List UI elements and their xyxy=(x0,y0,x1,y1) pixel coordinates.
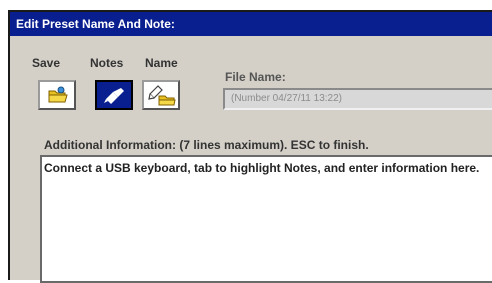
save-label: Save xyxy=(32,56,61,70)
pencil-folder-icon xyxy=(148,85,176,106)
note-pen-icon xyxy=(104,88,124,104)
name-label: Name xyxy=(145,56,178,70)
dialog-title: Edit Preset Name And Note: xyxy=(10,12,492,36)
folder-icon xyxy=(48,86,68,103)
notes-label: Notes xyxy=(90,56,124,70)
save-button[interactable] xyxy=(38,80,76,110)
edit-preset-dialog: Edit Preset Name And Note: Save Notes Na… xyxy=(8,10,492,283)
additional-info-label: Additional Information: (7 lines maximum… xyxy=(44,138,369,152)
file-name-label: File Name: xyxy=(225,70,286,84)
file-name-field[interactable]: (Number 04/27/11 13:22) xyxy=(223,88,492,110)
name-button[interactable] xyxy=(142,80,180,110)
notes-button[interactable] xyxy=(95,80,133,110)
notes-textarea[interactable]: Connect a USB keyboard, tab to highlight… xyxy=(40,155,492,283)
